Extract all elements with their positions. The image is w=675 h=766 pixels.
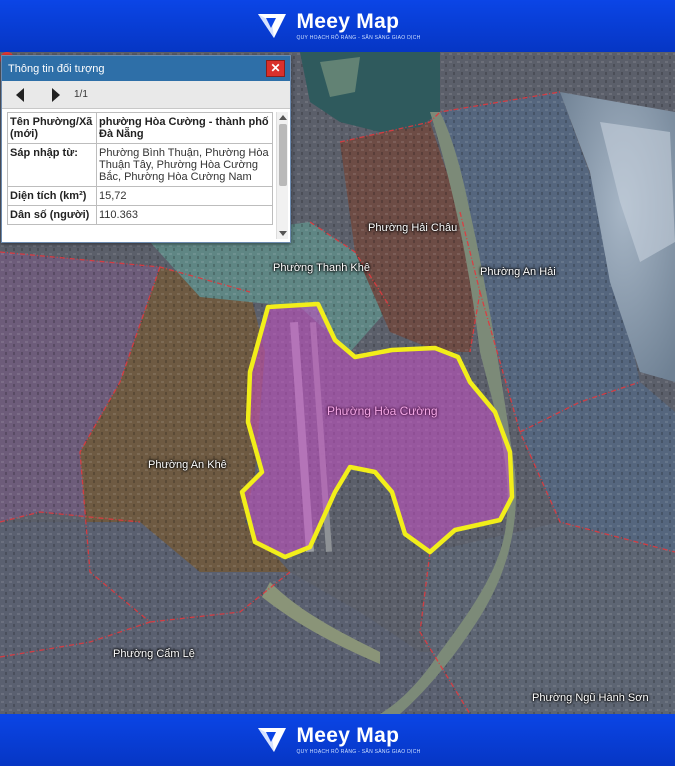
scroll-up-icon[interactable]: [279, 115, 287, 120]
row-key: Sáp nhập từ:: [7, 143, 97, 187]
row-value: Phường Bình Thuận, Phường Hòa Thuận Tây,…: [96, 143, 273, 187]
info-panel: Thông tin đối tượng ✕ 1/1 Tên Phường/Xã …: [1, 55, 291, 243]
top-banner: Meey Map QUY HOẠCH RÕ RÀNG - SẴN SÀNG GI…: [0, 0, 675, 52]
label-ngu-hanh-son: Phường Ngũ Hành Sơn: [532, 692, 649, 704]
label-thanh-khe: Phường Thanh Khê: [273, 262, 370, 274]
table-row: Diện tích (km²) 15,72: [7, 186, 273, 206]
brand-name: Meey Map: [296, 724, 400, 747]
panel-body[interactable]: Tên Phường/Xã (mới) phường Hòa Cường - t…: [2, 109, 290, 242]
row-value: phường Hòa Cường - thành phố Đà Nẵng: [96, 112, 273, 144]
meey-logo-icon: [258, 14, 287, 38]
info-table: Tên Phường/Xã (mới) phường Hòa Cường - t…: [7, 112, 273, 225]
brand: Meey Map QUY HOẠCH RÕ RÀNG - SẴN SÀNG GI…: [254, 722, 420, 758]
page-count: 1/1: [74, 89, 88, 100]
scroll-thumb[interactable]: [279, 124, 287, 186]
previous-arrow-icon[interactable]: [16, 87, 24, 102]
scroll-down-icon[interactable]: [279, 231, 287, 236]
bottom-banner: Meey Map QUY HOẠCH RÕ RÀNG - SẴN SÀNG GI…: [0, 714, 675, 766]
next-arrow-icon[interactable]: [52, 87, 60, 102]
brand: Meey Map QUY HOẠCH RÕ RÀNG - SẴN SÀNG GI…: [254, 8, 420, 44]
panel-title: Thông tin đối tượng: [8, 62, 105, 75]
label-hoa-cuong: Phường Hòa Cường: [327, 404, 438, 418]
panel-header: Thông tin đối tượng ✕: [2, 56, 290, 81]
table-row: Sáp nhập từ: Phường Bình Thuận, Phường H…: [7, 143, 273, 187]
label-cam-le: Phường Cẩm Lệ: [113, 648, 195, 660]
row-key: Tên Phường/Xã (mới): [7, 112, 97, 144]
label-an-hai: Phường An Hải: [480, 266, 556, 278]
table-row: Tên Phường/Xã (mới) phường Hòa Cường - t…: [7, 112, 273, 144]
table-row: Dân số (người) 110.363: [7, 205, 273, 225]
label-hai-chau: Phường Hải Châu: [368, 222, 458, 234]
row-key: Diện tích (km²): [7, 186, 97, 206]
brand-tagline: QUY HOẠCH RÕ RÀNG - SẴN SÀNG GIAO DỊCH: [296, 35, 421, 41]
row-key: Dân số (người): [7, 205, 97, 225]
panel-scrollbar[interactable]: [276, 112, 288, 239]
panel-nav: 1/1: [2, 81, 290, 109]
label-an-khe: Phường An Khê: [148, 459, 227, 471]
row-value: 110.363: [96, 205, 273, 225]
meey-logo-icon: [258, 728, 287, 752]
brand-tagline: QUY HOẠCH RÕ RÀNG - SẴN SÀNG GIAO DỊCH: [296, 749, 421, 755]
row-value: 15,72: [96, 186, 273, 206]
close-button[interactable]: ✕: [266, 60, 285, 77]
brand-name: Meey Map: [296, 10, 400, 33]
